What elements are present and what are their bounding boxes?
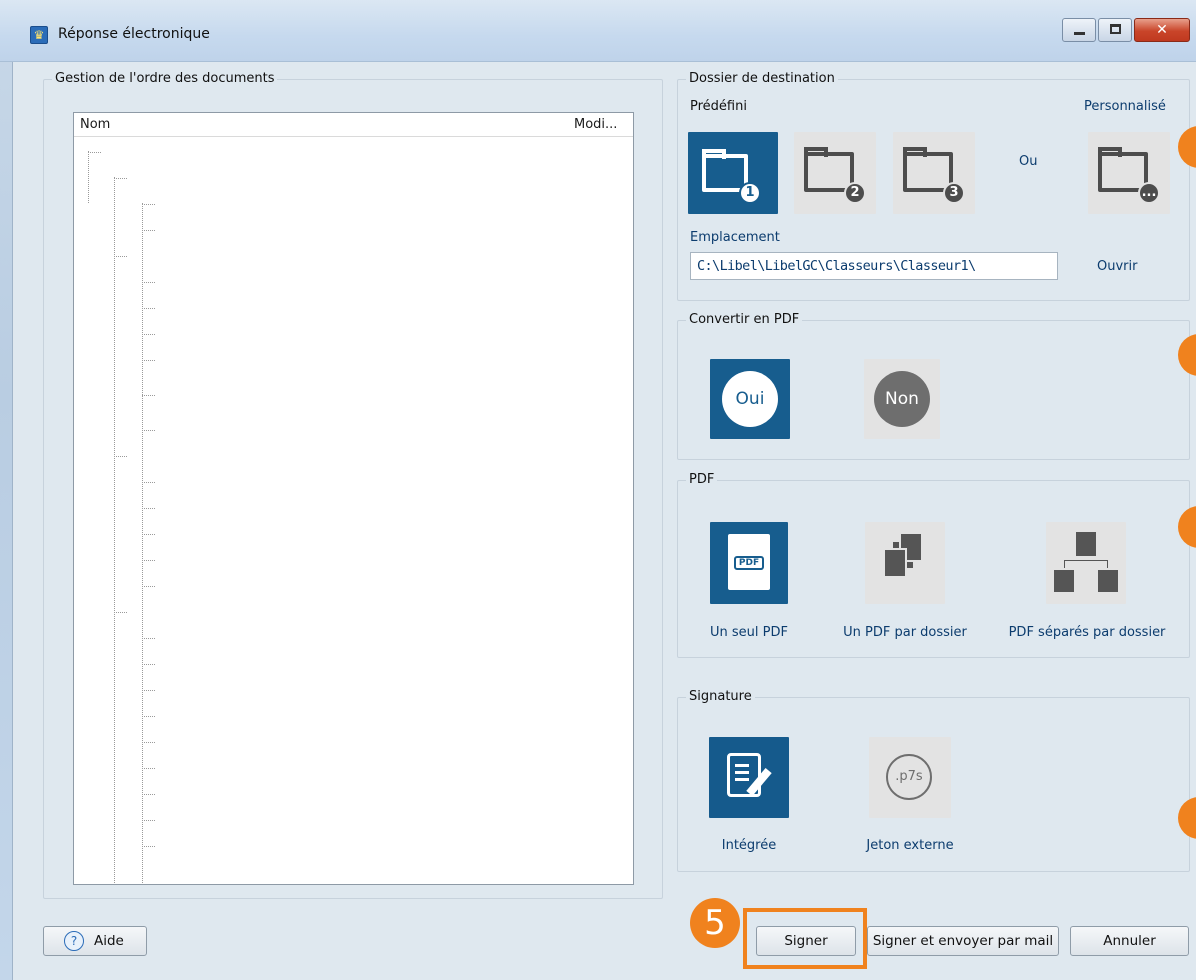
tree-connector: [142, 794, 155, 795]
p7s-icon: .p7s: [886, 754, 932, 800]
badge-3: 3: [943, 182, 965, 204]
column-header-name[interactable]: Nom: [80, 117, 110, 132]
tree-connector: [114, 456, 127, 457]
tree-pdf-icon: [1076, 532, 1096, 556]
minimize-icon: [1074, 32, 1085, 35]
group-title: PDF: [686, 472, 718, 487]
predefined-folder-2-button[interactable]: 2: [794, 132, 876, 214]
minimize-button[interactable]: [1062, 18, 1096, 42]
open-link[interactable]: Ouvrir: [1097, 259, 1137, 274]
tree-connector: [114, 612, 127, 613]
tree-connector: [142, 742, 155, 743]
tree-connector: [142, 638, 155, 639]
help-icon: ?: [64, 931, 84, 951]
pdf-per-folder-label: Un PDF par dossier: [843, 625, 967, 640]
tree-connector: [114, 256, 127, 257]
tree-header: Nom Modi...: [74, 113, 633, 137]
badge-2: 2: [844, 182, 866, 204]
or-label: Ou: [1019, 154, 1038, 169]
step-5-badge: 5: [690, 898, 740, 948]
tree-connector: [142, 716, 155, 717]
custom-folder-button[interactable]: ...: [1088, 132, 1170, 214]
sign-and-mail-button[interactable]: Signer et envoyer par mail: [867, 926, 1059, 956]
group-title: Gestion de l'ordre des documents: [52, 71, 278, 86]
tree-connector: [142, 395, 155, 396]
tree-connector: [142, 560, 155, 561]
integrated-label: Intégrée: [721, 838, 777, 853]
more-badge: ...: [1138, 182, 1160, 204]
predefined-label: Prédéfini: [690, 99, 747, 114]
custom-label: Personnalisé: [1084, 99, 1166, 114]
maximize-button[interactable]: [1098, 18, 1132, 42]
tree-connector: [142, 664, 155, 665]
integrated-signature-button[interactable]: [709, 737, 789, 818]
multi-pdf-icon-3: [883, 548, 907, 578]
tree-connector: [142, 586, 155, 587]
tree-pdf-icon-left: [1054, 570, 1074, 592]
cancel-button[interactable]: Annuler: [1070, 926, 1189, 956]
location-input[interactable]: C:\Libel\LibelGC\Classeurs\Classeur1\: [690, 252, 1058, 280]
tree-connector: [142, 508, 155, 509]
trophy-icon: ♛: [30, 26, 48, 44]
predefined-folder-1-button[interactable]: 1: [688, 132, 778, 214]
external-token-button[interactable]: .p7s: [869, 737, 951, 818]
tree-connector: [142, 690, 155, 691]
badge-1: 1: [739, 182, 761, 204]
location-label: Emplacement: [690, 230, 780, 245]
group-title: Convertir en PDF: [686, 312, 803, 327]
pdf-file-icon: PDF: [728, 534, 770, 590]
tree-connector: [142, 308, 155, 309]
doc-lines: [735, 764, 749, 767]
pdf-separate-label: PDF séparés par dossier: [1008, 625, 1166, 640]
help-label: Aide: [94, 933, 124, 949]
close-icon: ✕: [1156, 22, 1168, 38]
tree-connector: [142, 360, 155, 361]
tree-connector: [88, 152, 101, 153]
close-button[interactable]: ✕: [1134, 18, 1190, 42]
tree-connector: [142, 534, 155, 535]
group-title: Dossier de destination: [686, 71, 838, 86]
convert-yes-button[interactable]: Oui: [710, 359, 790, 439]
tree-connector: [142, 846, 155, 847]
pdf-separate-by-folder-button[interactable]: [1046, 522, 1126, 604]
tree-connector: [142, 768, 155, 769]
group-title: Signature: [686, 689, 755, 704]
tree-guide-line: [114, 177, 115, 884]
tree-connector: [114, 178, 127, 179]
tree-guide-line: [88, 151, 89, 203]
single-pdf-label: Un seul PDF: [710, 625, 788, 640]
tree-connector: [142, 482, 155, 483]
single-pdf-button[interactable]: PDF: [710, 522, 788, 604]
tree-connector: [142, 430, 155, 431]
no-circle: Non: [874, 371, 930, 427]
pdf-tag: PDF: [734, 556, 764, 570]
tree-branch: [1064, 560, 1108, 568]
external-token-label: Jeton externe: [866, 838, 954, 853]
tree-connector: [142, 820, 155, 821]
document-tree[interactable]: Nom Modi...: [73, 112, 634, 885]
tree-connector: [142, 334, 155, 335]
predefined-folder-3-button[interactable]: 3: [893, 132, 975, 214]
pdf-per-folder-button[interactable]: [865, 522, 945, 604]
tree-guide-line: [142, 203, 143, 884]
tree-pdf-icon-right: [1098, 570, 1118, 592]
window-title: Réponse électronique: [58, 26, 210, 42]
sign-highlight-frame: [743, 908, 867, 969]
title-bar: ♛ Réponse électronique ✕: [0, 0, 1196, 62]
tree-connector: [142, 282, 155, 283]
column-header-modified[interactable]: Modi...: [574, 117, 617, 132]
help-button[interactable]: ? Aide: [43, 926, 147, 956]
maximize-icon: [1110, 24, 1121, 34]
tree-connector: [142, 230, 155, 231]
yes-circle: Oui: [722, 371, 778, 427]
tree-connector: [142, 204, 155, 205]
convert-no-button[interactable]: Non: [864, 359, 940, 439]
